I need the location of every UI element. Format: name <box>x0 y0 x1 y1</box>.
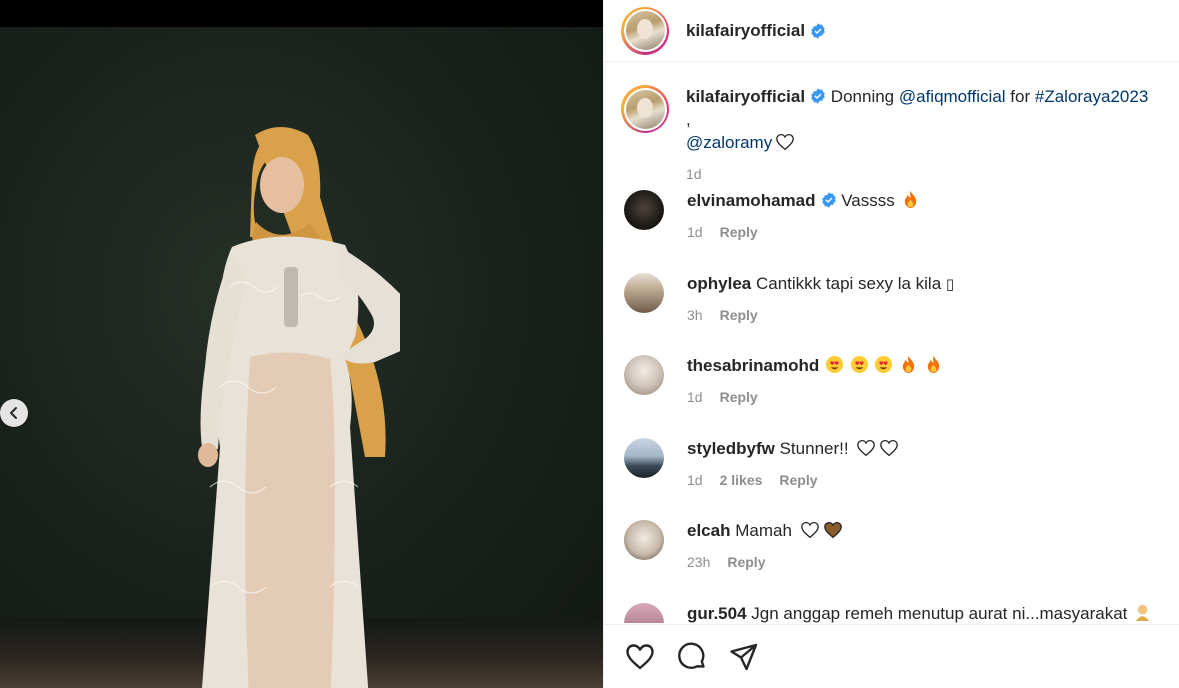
reply-button[interactable]: Reply <box>720 221 758 243</box>
comment-time: 23h <box>687 554 711 570</box>
comment-text: Stunner!! <box>779 439 849 458</box>
comment-item: gur.504 Jgn anggap remeh menutup aurat n… <box>624 603 1164 623</box>
comment-item: styledbyfw Stunner!! 1d 2 likes Reply <box>624 438 1164 491</box>
person-emoji-icon <box>1135 604 1150 622</box>
comments-list: kilafairyofficial Donning @afiqmofficial… <box>604 63 1179 623</box>
heart-eyes-emoji-icon <box>875 355 893 374</box>
comment-item: elvinamohamad Vassss 1d Reply <box>624 190 1164 243</box>
commenter-username[interactable]: styledbyfw <box>687 439 775 458</box>
chevron-left-icon <box>10 407 17 419</box>
author-username[interactable]: kilafairyofficial <box>686 21 805 41</box>
verified-badge-icon <box>811 22 825 39</box>
commenter-avatar[interactable] <box>624 190 664 230</box>
reply-button[interactable]: Reply <box>720 304 758 326</box>
commenter-username[interactable]: ophylea <box>687 274 751 293</box>
comment-text: Vassss <box>841 191 895 210</box>
post-header: kilafairyofficial <box>604 0 1179 62</box>
reply-button[interactable]: Reply <box>727 551 765 573</box>
caption-text: for <box>1005 87 1035 106</box>
comment-text: Cantikkk tapi sexy la kila <box>755 274 942 293</box>
mention-link[interactable]: @afiqmofficial <box>899 87 1006 106</box>
comment-time: 1d <box>687 389 703 405</box>
post-caption: kilafairyofficial Donning @afiqmofficial… <box>604 63 1179 186</box>
comment-time: 3h <box>687 307 703 323</box>
caption-time: 1d <box>686 166 702 182</box>
fire-emoji-icon <box>904 190 916 209</box>
post-photo[interactable] <box>0 27 603 688</box>
reply-button[interactable]: Reply <box>720 386 758 408</box>
caption-text: , <box>686 110 691 129</box>
missing-emoji-glyph: ▯ <box>945 275 955 293</box>
caption-username[interactable]: kilafairyofficial <box>686 87 805 106</box>
heart-outline-icon[interactable] <box>624 641 656 673</box>
reply-button[interactable]: Reply <box>779 469 817 491</box>
white-heart-emoji-icon <box>800 521 819 539</box>
commenter-avatar[interactable] <box>624 438 664 478</box>
verified-badge-icon <box>821 192 836 208</box>
fire-emoji-icon <box>927 355 940 374</box>
white-heart-emoji-icon <box>880 439 899 457</box>
caption-text: Donning <box>830 87 899 106</box>
white-heart-emoji-icon <box>776 133 795 151</box>
commenter-username[interactable]: elvinamohamad <box>687 191 816 210</box>
comment-item: thesabrinamohd 1d Reply <box>624 355 1164 408</box>
verified-badge-icon <box>811 88 825 104</box>
comment-bubble-icon[interactable] <box>676 641 708 673</box>
comment-time: 1d <box>687 224 703 240</box>
paper-plane-icon[interactable] <box>728 641 760 673</box>
commenter-avatar[interactable] <box>624 273 664 313</box>
post-side-panel: kilafairyofficial kilafairyofficial Donn… <box>603 0 1179 688</box>
mention-link[interactable]: @zaloramy <box>686 133 772 152</box>
post-media <box>0 0 603 688</box>
model-figure <box>198 127 400 688</box>
comment-text: Jgn anggap remeh menutup aurat ni...masy… <box>751 604 1128 623</box>
emoji-group <box>824 355 943 375</box>
heart-eyes-emoji-icon <box>825 355 844 374</box>
caption-avatar[interactable] <box>621 85 669 133</box>
commenter-username[interactable]: elcah <box>687 521 730 540</box>
post-actions-bar <box>604 624 1179 688</box>
comment-item: ophylea Cantikkk tapi sexy la kila ▯ 3h … <box>624 273 1164 326</box>
commenter-avatar[interactable] <box>624 520 664 560</box>
brown-heart-emoji-icon <box>823 521 842 539</box>
white-heart-emoji-icon <box>857 439 876 457</box>
comment-item: elcah Mamah 23h Reply <box>624 520 1164 573</box>
likes-count[interactable]: 2 likes <box>720 469 763 491</box>
heart-eyes-emoji-icon <box>850 355 868 374</box>
author-avatar[interactable] <box>621 6 669 55</box>
commenter-avatar[interactable] <box>624 603 664 623</box>
comment-time: 1d <box>687 472 703 488</box>
commenter-avatar[interactable] <box>624 355 664 395</box>
fire-emoji-icon <box>902 355 915 374</box>
comment-text: Mamah <box>735 521 792 540</box>
commenter-username[interactable]: thesabrinamohd <box>687 356 819 375</box>
commenter-username[interactable]: gur.504 <box>687 604 747 623</box>
previous-photo-button[interactable] <box>0 399 28 427</box>
hashtag-link[interactable]: #Zaloraya2023 <box>1035 87 1148 106</box>
